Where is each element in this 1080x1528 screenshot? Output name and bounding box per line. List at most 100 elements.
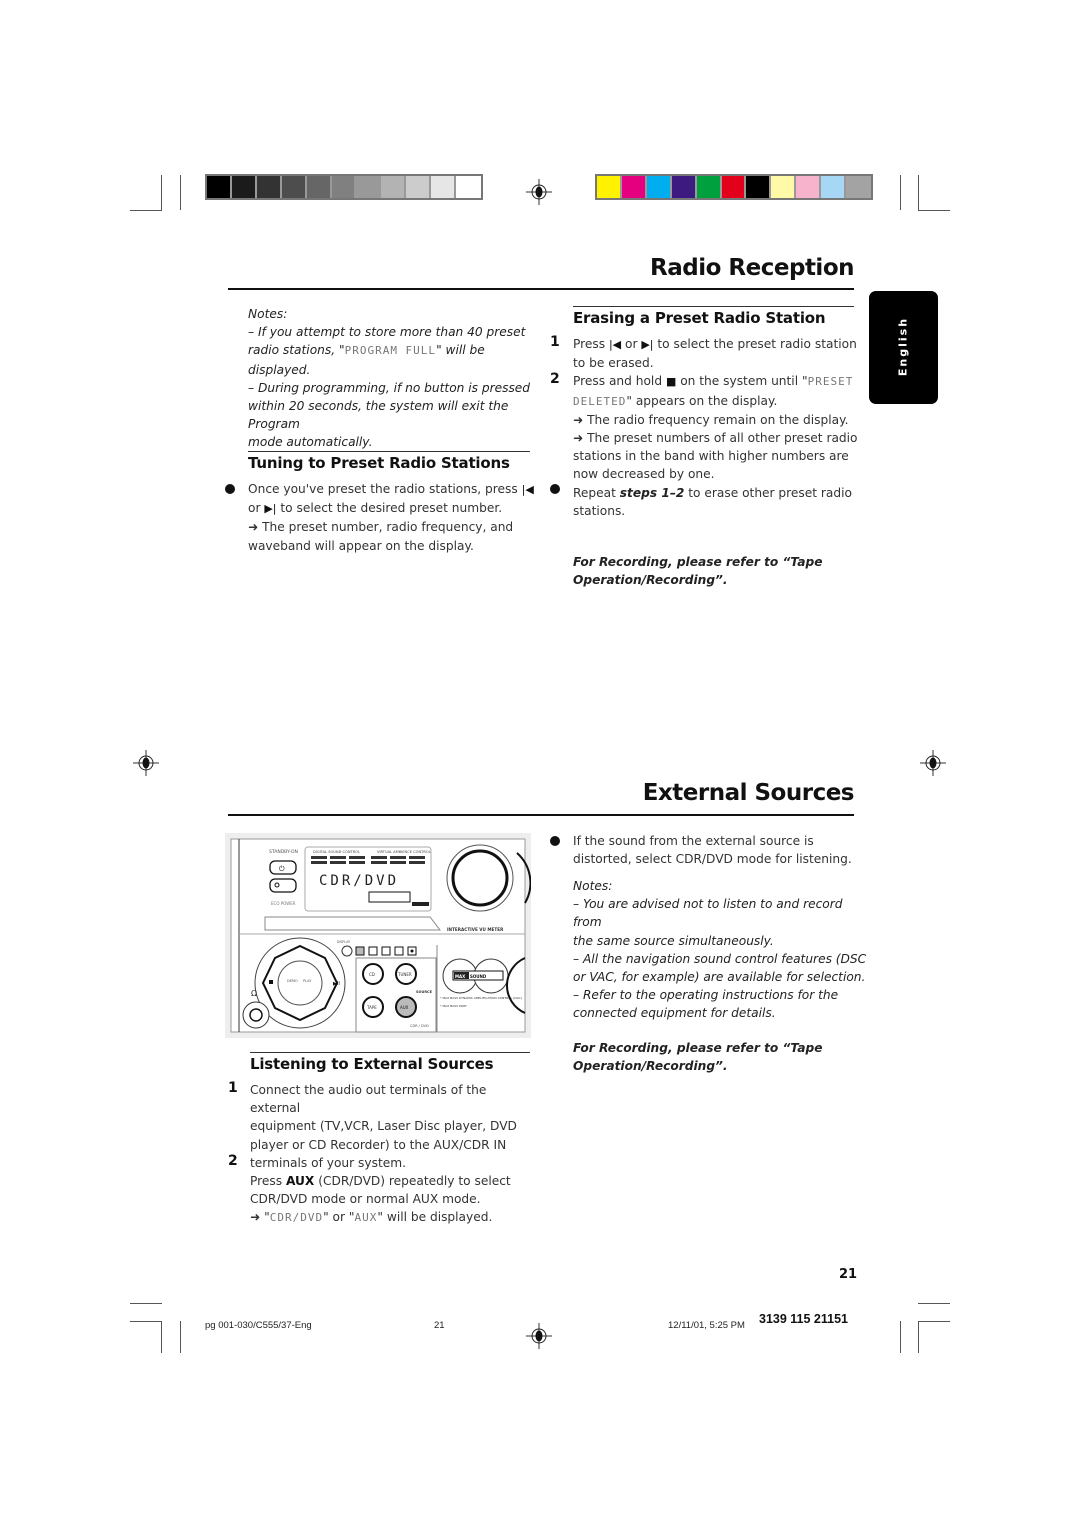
svg-text:CDR / DVD: CDR / DVD: [410, 1024, 429, 1028]
crop-mark: [918, 1303, 950, 1304]
step-number: 2: [550, 371, 560, 387]
color-swatch: [771, 176, 797, 198]
color-swatch: [671, 176, 697, 198]
color-swatch: [306, 176, 332, 198]
color-swatch: [406, 176, 432, 198]
lcd-text: PROGRAM FULL: [344, 344, 437, 358]
lcd-text: PRESET: [807, 375, 854, 389]
color-swatch: [621, 176, 647, 198]
bullet-icon: [550, 836, 560, 846]
color-swatch: [331, 176, 357, 198]
crop-mark: [130, 210, 162, 211]
footer-page: 21: [434, 1320, 445, 1331]
listening-text: Connect the audio out terminals of the e…: [250, 1083, 517, 1225]
svg-text:STANDBY-ON: STANDBY-ON: [269, 849, 298, 855]
color-swatch: [821, 176, 847, 198]
section-title-radio-reception: Radio Reception: [650, 255, 854, 281]
crop-mark: [900, 175, 901, 210]
color-swatch: [256, 176, 282, 198]
color-swatch: [746, 176, 772, 198]
svg-text:CD: CD: [369, 972, 375, 977]
svg-text:SOUND: SOUND: [470, 974, 487, 979]
heading-tuning: Tuning to Preset Radio Stations: [248, 454, 510, 472]
svg-text:TAPE: TAPE: [366, 1005, 377, 1010]
svg-text:⏻: ⏻: [279, 865, 285, 873]
svg-text:* MAX BASS PORT: * MAX BASS PORT: [440, 1004, 467, 1008]
title-rule: [228, 288, 854, 290]
color-swatch: [356, 176, 382, 198]
previous-icon: |◀: [521, 483, 534, 496]
recording-reference: For Recording, please refer to “Tape Ope…: [573, 1041, 823, 1074]
section-rule: [248, 451, 530, 452]
svg-text:Ω: Ω: [251, 989, 257, 998]
svg-text:▶II: ▶II: [333, 981, 340, 987]
footer-date: 12/11/01, 5:25 PM: [668, 1320, 745, 1331]
color-swatch: [696, 176, 722, 198]
crop-mark: [918, 1321, 950, 1322]
note-line: mode automatically.: [248, 435, 373, 450]
color-swatch: [796, 176, 822, 198]
stereo-front-panel-illustration: STANDBY-ON ⏻ ECO POWER DIGITAL SOUND CON…: [225, 833, 532, 1038]
section-rule: [573, 306, 854, 307]
svg-text:CDR/DVD: CDR/DVD: [319, 873, 399, 889]
crop-mark: [918, 175, 919, 210]
heading-erasing: Erasing a Preset Radio Station: [573, 309, 826, 327]
crop-mark: [180, 1321, 181, 1353]
svg-text:VIRTUAL AMBIENCE CONTROL: VIRTUAL AMBIENCE CONTROL: [377, 850, 431, 854]
color-swatch: [646, 176, 672, 198]
section-title-external-sources: External Sources: [642, 780, 855, 806]
note-line: – If you attempt to store more than 40 p…: [248, 325, 526, 340]
distortion-tip: If the sound from the external source is…: [573, 834, 852, 867]
tuning-text: Once you've preset the radio stations, p…: [248, 482, 534, 553]
step-number: 1: [228, 1080, 238, 1096]
heading-listening: Listening to External Sources: [250, 1055, 494, 1073]
process-color-bar: [595, 174, 873, 200]
color-swatch: [207, 176, 232, 198]
note-line: – During programming, if no button is pr…: [248, 380, 531, 395]
erasing-text: Press |◀ or ▶| to select the preset radi…: [573, 337, 858, 518]
svg-text:SOURCE: SOURCE: [416, 990, 433, 994]
svg-text:PLAY: PLAY: [303, 979, 312, 983]
grayscale-bar: [205, 174, 483, 200]
notes-block: Notes: – You are advised not to listen t…: [573, 879, 867, 1021]
crop-mark: [130, 1321, 162, 1322]
svg-text:DIGITAL SOUND CONTROL: DIGITAL SOUND CONTROL: [313, 850, 360, 854]
color-swatch: [381, 176, 407, 198]
step-number: 1: [550, 334, 560, 350]
registration-mark-icon: [920, 750, 946, 776]
device-drawing: STANDBY-ON ⏻ ECO POWER DIGITAL SOUND CON…: [230, 838, 532, 1033]
crop-mark: [161, 175, 162, 210]
notes-heading: Notes:: [248, 307, 288, 321]
svg-text:INTERACTIVE VU METER: INTERACTIVE VU METER: [447, 927, 504, 932]
notes-block: Notes: – If you attempt to store more th…: [248, 305, 538, 452]
color-swatch: [431, 176, 457, 198]
crop-mark: [180, 175, 181, 210]
color-swatch: [281, 176, 307, 198]
recording-reference: For Recording, please refer to “Tape Ope…: [573, 555, 823, 588]
note-line: within 20 seconds, the system will exit …: [248, 399, 509, 432]
color-swatch: [846, 176, 871, 198]
lcd-text: AUX: [354, 1211, 378, 1225]
bullet-icon: [225, 484, 235, 494]
notes-heading: Notes:: [573, 879, 613, 893]
crop-mark: [918, 210, 950, 211]
crop-mark: [918, 1321, 919, 1353]
footer-code: 3139 115 21151: [759, 1312, 848, 1326]
registration-mark-icon: [526, 1323, 552, 1349]
stop-icon: ■: [665, 375, 677, 389]
crop-mark: [130, 1303, 162, 1304]
svg-text:DISPLAY: DISPLAY: [337, 940, 350, 944]
registration-mark-icon: [526, 179, 552, 205]
previous-icon: |◀: [608, 338, 622, 351]
bullet-icon: [550, 484, 560, 494]
next-icon: ▶|: [641, 338, 654, 351]
next-icon: ▶|: [264, 502, 277, 516]
svg-text:TUNER: TUNER: [397, 972, 412, 977]
color-swatch: [597, 176, 622, 198]
svg-text:DEMO: DEMO: [287, 979, 298, 983]
svg-text:AUX: AUX: [400, 1005, 409, 1010]
section-rule: [250, 1052, 530, 1053]
lcd-text: CDR/DVD: [269, 1211, 324, 1225]
title-rule: [228, 814, 854, 816]
svg-text:MAX: MAX: [455, 974, 465, 979]
